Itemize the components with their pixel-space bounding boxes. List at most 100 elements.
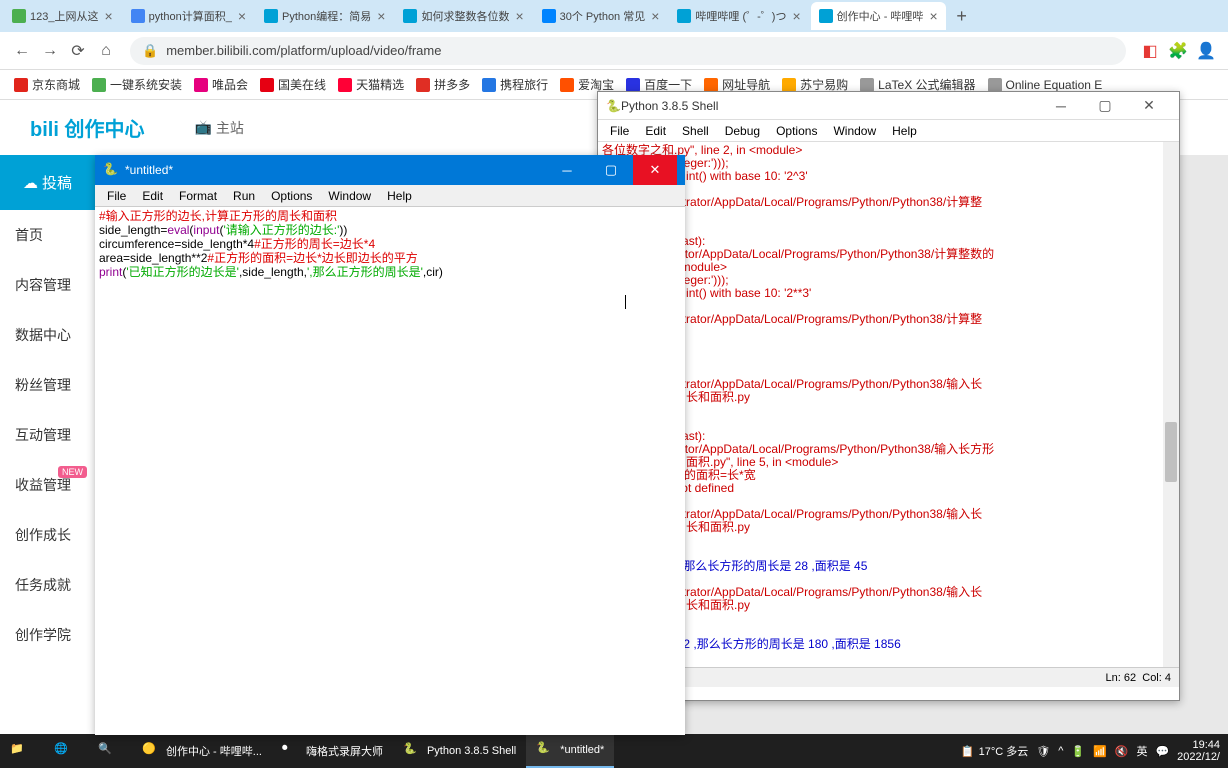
shell-menu-bar: FileEditShellDebugOptionsWindowHelp — [598, 120, 1179, 142]
sidebar-item[interactable]: 互动管理 — [0, 410, 95, 460]
maximize-button[interactable]: ▢ — [1083, 92, 1127, 120]
shell-status-bar: Ln: 62 Col: 4 — [598, 667, 1179, 687]
browser-tab[interactable]: python计算面积_× — [123, 2, 254, 30]
clock-date[interactable]: 2022/12/ — [1177, 751, 1220, 763]
menu-format[interactable]: Format — [171, 187, 225, 205]
tray-volume-icon[interactable]: 🔇 — [1115, 745, 1129, 758]
sidebar-item[interactable]: 创作成长 — [0, 510, 95, 560]
sidebar-item[interactable]: 收益管理NEW — [0, 460, 95, 510]
menu-run[interactable]: Run — [225, 187, 263, 205]
address-bar[interactable]: 🔒 member.bilibili.com/platform/upload/vi… — [130, 37, 1126, 65]
tray-shield-icon[interactable]: 🛡 — [1036, 745, 1050, 758]
menu-edit[interactable]: Edit — [134, 187, 171, 205]
bookmark-item[interactable]: Online Equation E — [982, 78, 1109, 92]
reload-button[interactable]: ⟳ — [64, 37, 92, 65]
menu-options[interactable]: Options — [768, 122, 825, 140]
system-tray: 📋 17°C 多云 🛡 ^ 🔋 📶 🔇 英 💬 19:44 2022/12/ — [953, 739, 1228, 763]
text-cursor — [625, 295, 626, 309]
sidebar-upload[interactable]: ☁投稿 — [0, 155, 95, 210]
python-icon: 🐍 — [103, 162, 119, 178]
shell-title-bar[interactable]: 🐍 Python 3.8.5 Shell ─ ▢ ✕ — [598, 92, 1179, 120]
tab-close-icon[interactable]: × — [792, 8, 800, 24]
browser-tab[interactable]: 创作中心 - 哔哩哔× — [811, 2, 946, 30]
bili-logo[interactable]: bili 创作中心 — [30, 113, 144, 142]
forward-button[interactable]: → — [36, 37, 64, 65]
home-button[interactable]: ⌂ — [92, 37, 120, 65]
new-tab-button[interactable]: + — [948, 2, 976, 30]
sidebar-item[interactable]: 内容管理 — [0, 260, 95, 310]
sidebar-item[interactable]: 任务成就 — [0, 560, 95, 610]
browser-tab[interactable]: 30个 Python 常见× — [534, 2, 668, 30]
weather-widget[interactable]: 📋 17°C 多云 — [961, 743, 1028, 759]
editor-title-bar[interactable]: 🐍 *untitled* ─ ▢ ✕ — [95, 155, 685, 185]
menu-help[interactable]: Help — [379, 187, 420, 205]
menu-options[interactable]: Options — [263, 187, 320, 205]
browser-tab[interactable]: 如何求整数各位数× — [395, 2, 531, 30]
menu-file[interactable]: File — [602, 122, 637, 140]
menu-edit[interactable]: Edit — [637, 122, 674, 140]
menu-file[interactable]: File — [99, 187, 134, 205]
line-indicator: Ln: 62 — [1106, 672, 1137, 684]
bili-zhuzan-link[interactable]: 📺主站 — [194, 118, 243, 138]
bookmark-item[interactable]: 国美在线 — [254, 76, 332, 93]
ext-icon[interactable]: ◧ — [1136, 37, 1164, 65]
profile-icon[interactable]: 👤 — [1192, 37, 1220, 65]
taskbar-item[interactable]: ⏺嗨格式录屏大师 — [272, 734, 393, 768]
browser-tab[interactable]: 123_上网从这× — [4, 2, 121, 30]
taskbar-item[interactable]: 🐍*untitled* — [526, 734, 614, 768]
maximize-button[interactable]: ▢ — [589, 155, 633, 185]
taskbar-item[interactable]: 🟡创作中心 - 哔哩哔... — [132, 734, 272, 768]
extensions-icon[interactable]: 🧩 — [1164, 37, 1192, 65]
minimize-button[interactable]: ─ — [1039, 92, 1083, 120]
tray-battery-icon[interactable]: 🔋 — [1071, 745, 1085, 758]
tab-close-icon[interactable]: × — [515, 8, 523, 24]
taskbar-item[interactable]: 🔍 — [88, 734, 132, 768]
ime-indicator[interactable]: 英 — [1136, 743, 1147, 759]
bookmark-item[interactable]: 一键系统安装 — [86, 76, 188, 93]
bookmark-item[interactable]: 拼多多 — [410, 76, 476, 93]
menu-debug[interactable]: Debug — [717, 122, 768, 140]
taskbar-item[interactable]: 🐍Python 3.8.5 Shell — [393, 734, 526, 768]
shell-output[interactable]: 各位数字之和.py", line 2, in <module>:(input('… — [598, 142, 1179, 667]
windows-taskbar: 📁🌐🔍🟡创作中心 - 哔哩哔...⏺嗨格式录屏大师🐍Python 3.8.5 S… — [0, 734, 1228, 768]
menu-help[interactable]: Help — [884, 122, 925, 140]
python-icon: 🐍 — [606, 99, 621, 113]
menu-window[interactable]: Window — [825, 122, 884, 140]
scroll-thumb[interactable] — [1165, 422, 1177, 482]
col-indicator: Col: 4 — [1142, 672, 1171, 684]
sidebar-item[interactable]: 创作学院 — [0, 610, 95, 660]
tab-close-icon[interactable]: × — [377, 8, 385, 24]
sidebar-item[interactable]: 粉丝管理 — [0, 360, 95, 410]
menu-window[interactable]: Window — [320, 187, 379, 205]
bookmark-item[interactable]: 京东商城 — [8, 76, 86, 93]
browser-tab[interactable]: 哔哩哔哩 (゜-゜)つ× — [669, 2, 808, 30]
tab-close-icon[interactable]: × — [104, 8, 112, 24]
tray-up-icon[interactable]: ^ — [1058, 745, 1063, 757]
taskbar-item[interactable]: 📁 — [0, 734, 44, 768]
close-button[interactable]: ✕ — [633, 155, 677, 185]
close-button[interactable]: ✕ — [1127, 92, 1171, 120]
url-text: member.bilibili.com/platform/upload/vide… — [166, 43, 441, 58]
taskbar-item[interactable]: 🌐 — [44, 734, 88, 768]
menu-shell[interactable]: Shell — [674, 122, 717, 140]
back-button[interactable]: ← — [8, 37, 36, 65]
clock-time[interactable]: 19:44 — [1177, 739, 1220, 751]
sidebar-item[interactable]: 数据中心 — [0, 310, 95, 360]
bookmark-item[interactable]: 携程旅行 — [476, 76, 554, 93]
editor-text-area[interactable]: #输入正方形的边长,计算正方形的周长和面积 side_length=eval(i… — [95, 207, 685, 707]
browser-tab-strip: 123_上网从这×python计算面积_×Python编程：简易×如何求整数各位… — [0, 0, 1228, 32]
browser-tab[interactable]: Python编程：简易× — [256, 2, 393, 30]
tab-close-icon[interactable]: × — [651, 8, 659, 24]
tray-notif-icon[interactable]: 💬 — [1155, 745, 1169, 758]
bookmark-item[interactable]: 天猫精选 — [332, 76, 410, 93]
browser-toolbar: ← → ⟳ ⌂ 🔒 member.bilibili.com/platform/u… — [0, 32, 1228, 70]
shell-scrollbar[interactable] — [1163, 142, 1179, 667]
new-badge: NEW — [58, 466, 87, 478]
tray-wifi-icon[interactable]: 📶 — [1093, 745, 1107, 758]
bookmark-item[interactable]: 唯品会 — [188, 76, 254, 93]
tab-close-icon[interactable]: × — [238, 8, 246, 24]
tab-close-icon[interactable]: × — [929, 8, 937, 24]
minimize-button[interactable]: ─ — [545, 155, 589, 185]
editor-title: *untitled* — [125, 163, 173, 177]
sidebar-item[interactable]: 首页 — [0, 210, 95, 260]
